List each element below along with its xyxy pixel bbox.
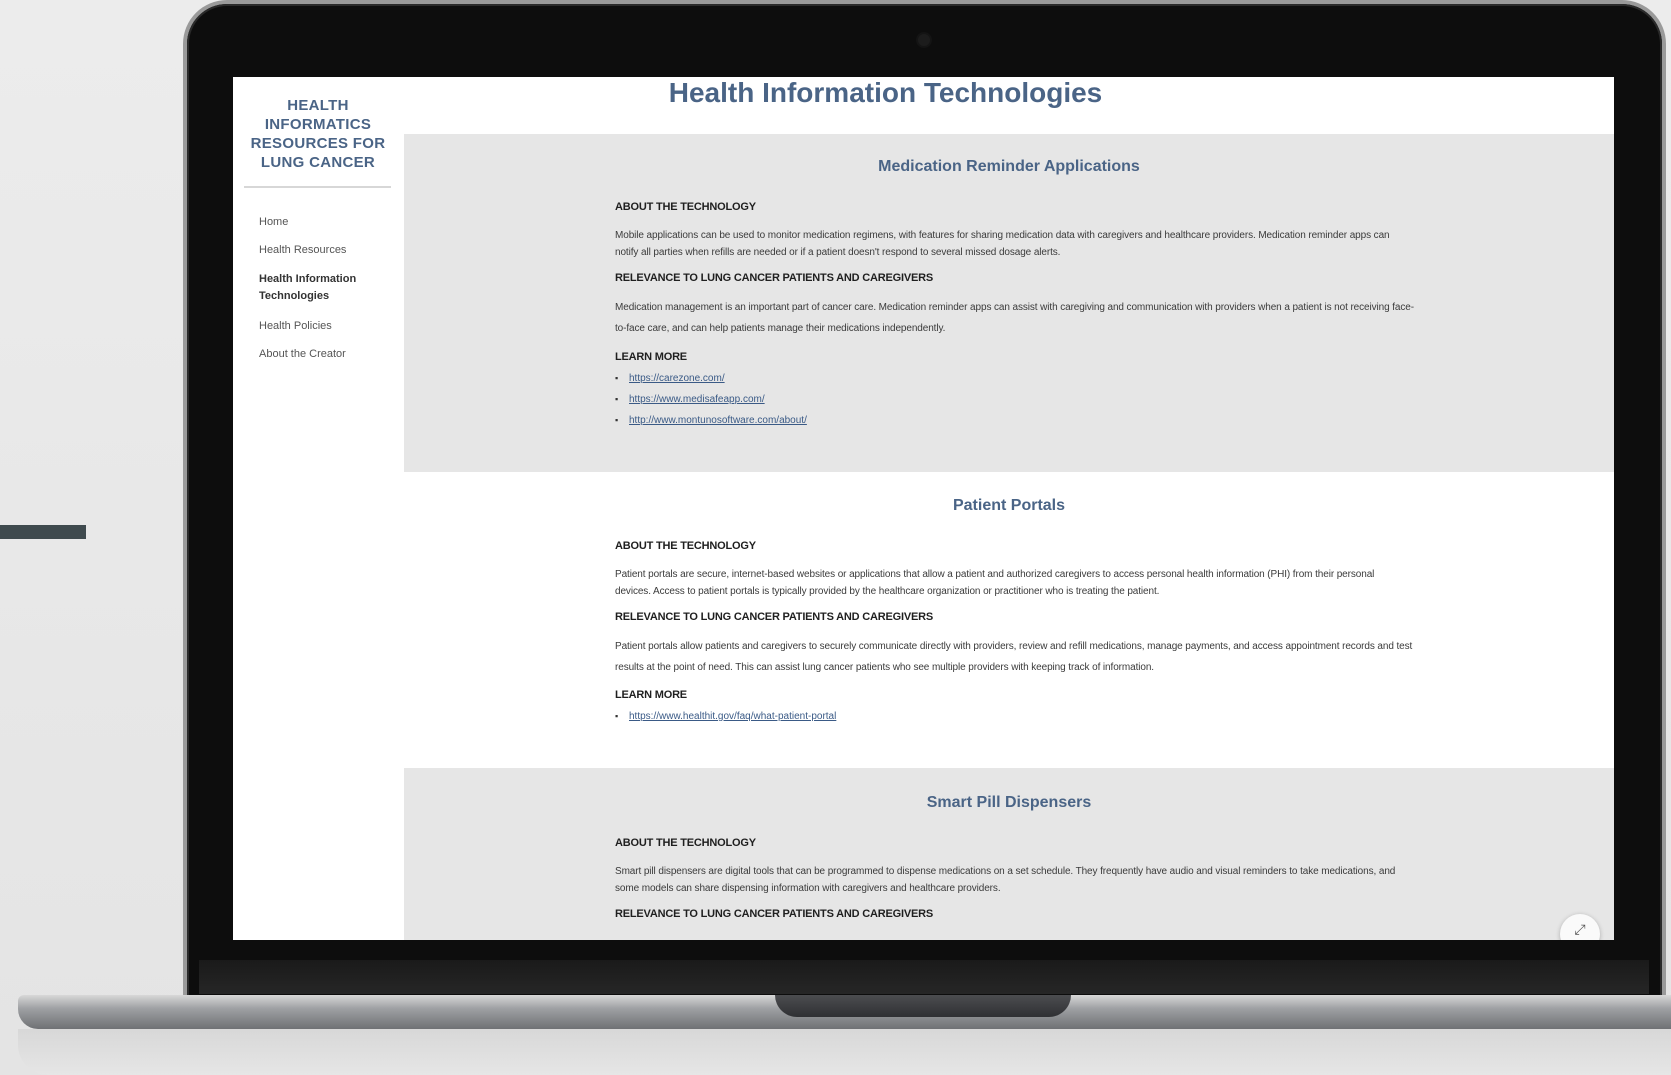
nav-item-health-resources[interactable]: Health Resources	[259, 242, 346, 259]
section-patient-portals: Patient Portals ABOUT THE TECHNOLOGY Pat…	[404, 472, 1614, 768]
decorative-bar	[0, 525, 86, 539]
link-medisafe[interactable]: https://www.medisafeapp.com/	[615, 389, 807, 410]
about-text: Smart pill dispensers are digital tools …	[615, 866, 1396, 894]
relevance-label: RELEVANCE TO LUNG CANCER PATIENTS AND CA…	[615, 611, 933, 623]
section-smart-pill-dispensers: Smart Pill Dispensers ABOUT THE TECHNOLO…	[404, 768, 1614, 940]
learn-more-links: https://carezone.com/ https://www.medisa…	[615, 368, 807, 431]
sidebar-divider	[244, 186, 391, 188]
sidebar: HEALTH INFORMATICS RESOURCES FOR LUNG CA…	[233, 77, 404, 940]
nav-item-home[interactable]: Home	[259, 214, 288, 231]
link-montuno[interactable]: http://www.montunosoftware.com/about/	[615, 410, 807, 431]
link-healthit[interactable]: https://www.healthit.gov/faq/what-patien…	[615, 706, 836, 727]
learn-more-label: LEARN MORE	[615, 351, 687, 363]
laptop-shadow	[18, 1029, 1671, 1075]
relevance-label: RELEVANCE TO LUNG CANCER PATIENTS AND CA…	[615, 272, 933, 284]
camera-icon	[918, 34, 930, 46]
learn-more-label: LEARN MORE	[615, 689, 687, 701]
link-carezone[interactable]: https://carezone.com/	[615, 368, 807, 389]
laptop-bezel-bottom	[199, 960, 1649, 994]
site-title[interactable]: HEALTH INFORMATICS RESOURCES FOR LUNG CA…	[243, 96, 393, 172]
arrow-icon: ⤢	[1574, 921, 1586, 937]
about-text: Patient portals are secure, internet-bas…	[615, 569, 1375, 597]
nav-item-health-policies[interactable]: Health Policies	[259, 318, 332, 335]
relevance-text: Patient portals allow patients and careg…	[615, 641, 1413, 673]
section-medication-reminder: Medication Reminder Applications ABOUT T…	[404, 134, 1614, 472]
nav-item-about-the-creator[interactable]: About the Creator	[259, 346, 346, 363]
section-title: Medication Reminder Applications	[878, 158, 1140, 175]
laptop-notch	[775, 995, 1071, 1017]
about-label: ABOUT THE TECHNOLOGY	[615, 540, 756, 552]
section-title: Patient Portals	[952, 497, 1066, 514]
page-title: Health Information Technologies	[668, 77, 1103, 108]
main-content: Health Information Technologies Medicati…	[404, 77, 1614, 940]
learn-more-links: https://www.healthit.gov/faq/what-patien…	[615, 706, 836, 727]
page-header: Health Information Technologies	[404, 77, 1614, 134]
photo-backdrop: HEALTH INFORMATICS RESOURCES FOR LUNG CA…	[0, 0, 1671, 1075]
about-text: Mobile applications can be used to monit…	[615, 230, 1390, 258]
section-title: Smart Pill Dispensers	[926, 794, 1092, 811]
nav-item-health-information-technologies[interactable]: Health Information Technologies	[259, 271, 369, 305]
relevance-text: Medication management is an important pa…	[615, 302, 1414, 334]
about-label: ABOUT THE TECHNOLOGY	[615, 837, 756, 849]
about-label: ABOUT THE TECHNOLOGY	[615, 201, 756, 213]
laptop-screen: HEALTH INFORMATICS RESOURCES FOR LUNG CA…	[233, 77, 1614, 940]
relevance-label: RELEVANCE TO LUNG CANCER PATIENTS AND CA…	[615, 908, 933, 920]
